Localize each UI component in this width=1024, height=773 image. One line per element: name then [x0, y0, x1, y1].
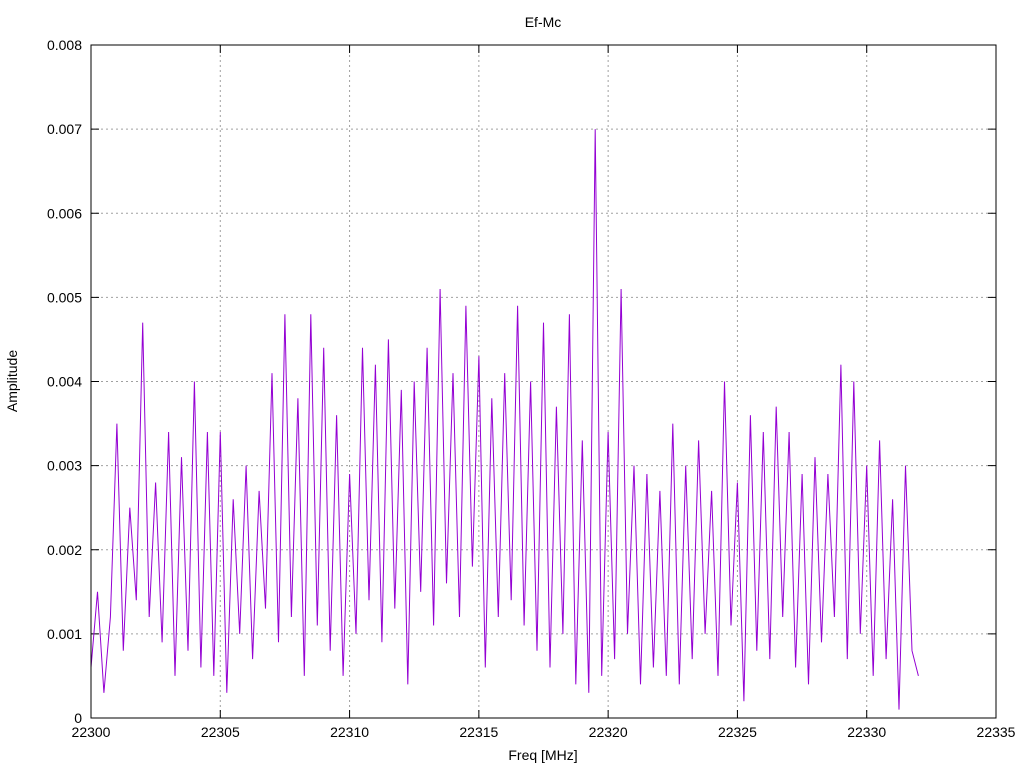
- series-line: [91, 129, 918, 710]
- y-tick-label: 0.001: [47, 626, 82, 642]
- y-tick-label: 0.008: [47, 37, 82, 53]
- y-axis-label: Amplitude: [4, 350, 20, 412]
- x-tick-label: 22305: [201, 724, 240, 740]
- x-tick-label: 22315: [459, 724, 498, 740]
- chart: 22300 22305 22310 22315 22320 22325 22330 22335…: [0, 0, 1024, 768]
- x-tick-label: 22300: [72, 724, 111, 740]
- x-tick-label: 22335: [977, 724, 1016, 740]
- y-tick-label: 0.006: [47, 205, 82, 221]
- x-tick-label: 22320: [589, 724, 628, 740]
- x-tick-label: 22310: [330, 724, 369, 740]
- chart-title: Ef-Mc: [525, 14, 562, 30]
- series: [91, 129, 918, 710]
- x-axis-label: Freq [MHz]: [508, 747, 577, 763]
- y-tick-label: 0.004: [47, 374, 82, 390]
- y-tick-label: 0.002: [47, 542, 82, 558]
- y-tick-label: 0: [74, 710, 82, 726]
- y-tick-label: 0.007: [47, 121, 82, 137]
- y-tick-label: 0.003: [47, 458, 82, 474]
- ticks: 22300 22305 22310 22315 22320 22325 22330 22335…: [47, 37, 1016, 740]
- x-tick-label: 22325: [718, 724, 757, 740]
- x-tick-label: 22330: [847, 724, 886, 740]
- y-tick-label: 0.005: [47, 289, 82, 305]
